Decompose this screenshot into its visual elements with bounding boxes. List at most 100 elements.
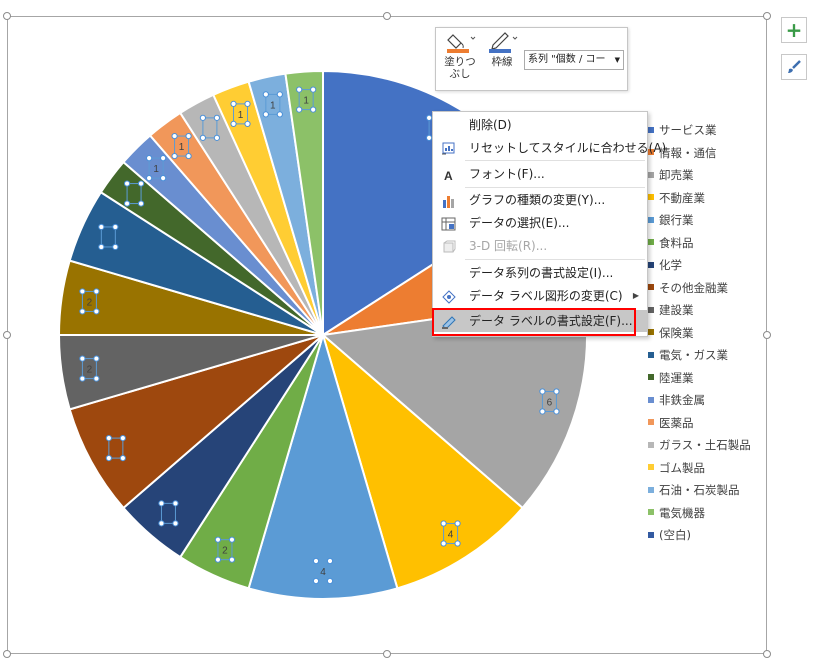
legend-item[interactable]: 医薬品 (648, 415, 778, 438)
label-handle[interactable] (105, 435, 112, 442)
label-handle[interactable] (185, 152, 192, 160)
legend-item[interactable]: 保険業 (648, 325, 778, 348)
label-handle[interactable] (112, 243, 119, 251)
label-handle[interactable] (262, 111, 269, 118)
label-handle[interactable] (440, 520, 447, 527)
legend-item[interactable]: ガラス・土石製品 (648, 437, 778, 460)
legend-item[interactable]: 電気機器 (648, 505, 778, 528)
label-handle[interactable] (326, 577, 334, 585)
label-handle[interactable] (312, 557, 320, 565)
label-handle[interactable] (146, 155, 153, 162)
label-handle[interactable] (199, 114, 206, 121)
label-handle[interactable] (93, 375, 100, 382)
label-handle[interactable] (79, 288, 86, 295)
label-handle[interactable] (553, 388, 560, 395)
label-handle[interactable] (185, 132, 192, 140)
label-handle[interactable] (326, 557, 334, 565)
label-handle[interactable] (310, 86, 317, 93)
chart-styles-button[interactable] (781, 54, 807, 80)
menu-font[interactable]: A フォント(F)... (433, 163, 647, 185)
legend-item[interactable]: 銀行業 (648, 212, 778, 235)
legend-label: サービス業 (659, 123, 717, 137)
label-handle[interactable] (112, 223, 119, 231)
legend-item[interactable]: サービス業 (648, 122, 778, 145)
label-handle[interactable] (172, 500, 179, 507)
label-handle[interactable] (296, 86, 303, 93)
label-handle[interactable] (213, 114, 220, 121)
legend-item[interactable]: その他金融業 (648, 280, 778, 303)
label-handle[interactable] (79, 308, 86, 315)
label-handle[interactable] (79, 355, 86, 362)
label-handle[interactable] (98, 223, 105, 231)
menu-reset-style[interactable]: リセットしてスタイルに合わせる(A) (433, 137, 666, 159)
label-handle[interactable] (79, 375, 86, 382)
legend-item[interactable]: 卸売業 (648, 167, 778, 190)
label-handle[interactable] (93, 288, 100, 295)
data-label-text: 2 (87, 365, 93, 376)
label-handle[interactable] (262, 91, 269, 98)
legend-item[interactable]: 建設業 (648, 302, 778, 325)
label-handle[interactable] (160, 155, 167, 162)
label-handle[interactable] (171, 152, 178, 160)
label-handle[interactable] (276, 111, 283, 118)
label-handle[interactable] (228, 536, 236, 543)
label-handle[interactable] (93, 308, 100, 315)
label-handle[interactable] (158, 520, 165, 527)
label-handle[interactable] (426, 134, 433, 141)
label-handle[interactable] (119, 455, 126, 462)
legend-item[interactable]: 陸運業 (648, 370, 778, 393)
legend-item[interactable]: 食料品 (648, 235, 778, 258)
label-handle[interactable] (454, 520, 461, 527)
chart-elements-button[interactable]: + (781, 17, 807, 43)
label-handle[interactable] (214, 536, 222, 543)
label-handle[interactable] (171, 132, 178, 140)
legend-item[interactable]: 情報・通信 (648, 145, 778, 168)
label-handle[interactable] (539, 408, 546, 415)
label-handle[interactable] (214, 556, 222, 563)
series-select[interactable]: 系列 "個数 / コー ▼ (524, 50, 624, 70)
label-handle[interactable] (276, 91, 283, 98)
label-handle[interactable] (244, 120, 251, 127)
legend-item[interactable]: 不動産業 (648, 190, 778, 213)
label-handle[interactable] (228, 556, 236, 563)
legend-item[interactable]: ゴム製品 (648, 460, 778, 483)
label-handle[interactable] (93, 355, 100, 362)
label-handle[interactable] (172, 520, 179, 527)
menu-change-label-shape[interactable]: データ ラベル図形の変更(C) ▶ (433, 285, 647, 307)
legend-item[interactable]: 化学 (648, 257, 778, 280)
menu-change-chart-type[interactable]: グラフの種類の変更(Y)... (433, 189, 647, 211)
label-handle[interactable] (158, 500, 165, 507)
label-handle[interactable] (137, 200, 145, 207)
label-handle[interactable] (213, 134, 220, 141)
chart-legend[interactable]: サービス業情報・通信 卸売業 不動産業 銀行業 食料品 化学 その他金融業 建設業 保険業 電気・… (648, 122, 778, 550)
label-handle[interactable] (426, 114, 433, 121)
menu-select-data[interactable]: データの選択(E)... (433, 212, 647, 234)
outline-button[interactable]: 枠線 (482, 31, 522, 89)
label-handle[interactable] (119, 435, 126, 442)
label-handle[interactable] (230, 120, 237, 127)
label-handle[interactable] (312, 577, 320, 585)
label-handle[interactable] (440, 540, 447, 547)
label-handle[interactable] (123, 180, 131, 187)
legend-item[interactable]: 非鉄金属 (648, 392, 778, 415)
legend-item[interactable]: 石油・石炭製品 (648, 482, 778, 505)
label-handle[interactable] (454, 540, 461, 547)
menu-delete[interactable]: 削除(D) (433, 114, 647, 136)
legend-item[interactable]: (空白) (648, 527, 778, 550)
label-handle[interactable] (123, 200, 131, 207)
legend-item[interactable]: 電気・ガス業 (648, 347, 778, 370)
label-handle[interactable] (296, 106, 303, 113)
fill-button[interactable]: 塗りつ ぶし (440, 31, 480, 89)
label-handle[interactable] (160, 175, 167, 182)
label-handle[interactable] (98, 243, 105, 251)
label-handle[interactable] (553, 408, 560, 415)
menu-format-series[interactable]: データ系列の書式設定(I)... (433, 262, 647, 284)
label-handle[interactable] (137, 180, 145, 187)
label-handle[interactable] (230, 100, 237, 107)
label-handle[interactable] (105, 455, 112, 462)
label-handle[interactable] (539, 388, 546, 395)
label-handle[interactable] (146, 175, 153, 182)
label-handle[interactable] (199, 134, 206, 141)
label-handle[interactable] (310, 106, 317, 113)
label-handle[interactable] (244, 100, 251, 107)
